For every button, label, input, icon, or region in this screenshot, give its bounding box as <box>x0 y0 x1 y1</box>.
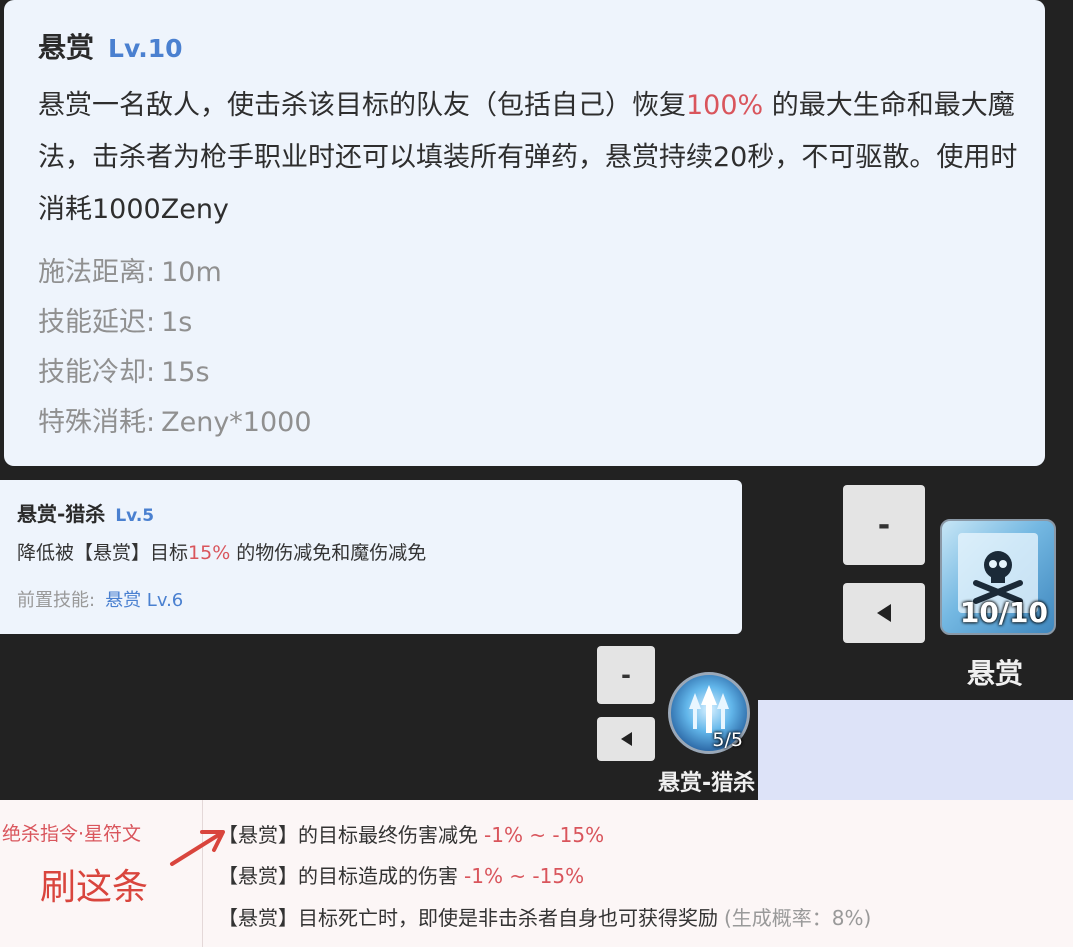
stat-value: 15s <box>161 357 210 388</box>
stat-special-cost: 特殊消耗: Zeny*1000 <box>38 400 312 439</box>
rune-panel: 绝杀指令·星符文 刷这条 【悬赏】的目标最终伤害减免 -1% ~ -15% 【悬赏… <box>0 800 1073 947</box>
stat-value: Zeny*1000 <box>161 407 312 438</box>
stat-cast-range: 施法距离: 10m <box>38 250 222 289</box>
stat-label: 技能延迟: <box>38 307 156 338</box>
rune-line: 【悬赏】的目标造成的伤害 -1% ~ -15% <box>218 860 584 889</box>
rune-line: 【悬赏】的目标最终伤害减免 -1% ~ -15% <box>218 819 604 848</box>
rune-name: 绝杀指令·星符文 <box>2 823 142 845</box>
rune-line-text: 【悬赏】的目标造成的伤害 <box>218 864 458 888</box>
skill-level: Lv.5 <box>115 506 155 526</box>
skill-name: 悬赏 <box>38 31 95 64</box>
stat-label: 施法距离: <box>38 257 156 288</box>
skill-level: Lv.10 <box>108 34 183 63</box>
rune-line: 【悬赏】目标死亡时，即使是非击杀者自身也可获得奖励 (生成概率：8%) <box>218 902 871 931</box>
skill-tooltip-hunt: 悬赏-猎杀 Lv.5 降低被【悬赏】目标15% 的物伤减免和魔伤减免 前置技能: 悬… <box>0 480 742 634</box>
prereq-label: 前置技能: <box>17 590 96 611</box>
tooltip-title: 悬赏-猎杀 Lv.5 <box>17 498 154 527</box>
rune-line-text: 【悬赏】的目标最终伤害减免 <box>218 823 478 847</box>
rune-line-range: -1% ~ -15% <box>464 864 585 888</box>
left-triangle-icon <box>877 604 891 622</box>
skill-description: 降低被【悬赏】目标15% 的物伤减免和魔伤减免 <box>17 538 426 565</box>
skill-label-hunt: 悬赏-猎杀 <box>658 771 756 796</box>
left-triangle-icon <box>620 732 632 746</box>
rune-line-text: 【悬赏】目标死亡时，即使是非击杀者自身也可获得奖励 <box>218 906 718 930</box>
bounty-reset-button[interactable] <box>843 583 925 643</box>
skill-point-count: 5/5 <box>712 729 743 751</box>
skill-description: 悬赏一名敌人，使击杀该目标的队友（包括自己）恢复100% 的最大生命和最大魔法，… <box>38 80 1023 236</box>
hunt-reset-button[interactable] <box>597 717 655 761</box>
prereq-skill-link[interactable]: 悬赏 Lv.6 <box>105 590 183 611</box>
stat-skill-delay: 技能延迟: 1s <box>38 300 192 339</box>
skull-scroll-icon[interactable]: 10/10 <box>940 519 1056 635</box>
arrows-burst-icon[interactable]: 5/5 <box>668 672 750 754</box>
stat-value: 1s <box>161 307 193 338</box>
skill-label-bounty: 悬赏 <box>967 657 1024 690</box>
background-panel <box>758 700 1073 800</box>
desc-text-rest: 的物伤减免和魔伤减免 <box>236 542 427 564</box>
stat-label: 技能冷却: <box>38 357 156 388</box>
annotation-text: 刷这条 <box>40 867 149 908</box>
bounty-decrease-button[interactable]: - <box>843 485 925 565</box>
desc-highlight: 100% <box>686 90 764 121</box>
skill-name: 悬赏-猎杀 <box>17 502 106 526</box>
rune-line-range: -1% ~ -15% <box>484 823 605 847</box>
skill-point-count: 10/10 <box>959 596 1048 629</box>
tooltip-title: 悬赏 Lv.10 <box>38 26 183 66</box>
stat-label: 特殊消耗: <box>38 407 156 438</box>
annotation-arrow-icon <box>170 830 225 866</box>
minus-label: - <box>621 661 631 689</box>
stat-value: 10m <box>161 257 222 288</box>
skill-tooltip-bounty: 悬赏 Lv.10 悬赏一名敌人，使击杀该目标的队友（包括自己）恢复100% 的最大… <box>4 0 1045 466</box>
desc-highlight: 15% <box>188 542 231 564</box>
hunt-decrease-button[interactable]: - <box>597 646 655 704</box>
desc-text: 悬赏一名敌人，使击杀该目标的队友（包括自己）恢复 <box>38 90 686 121</box>
prerequisite: 前置技能: 悬赏 Lv.6 <box>17 586 183 612</box>
desc-text: 降低被【悬赏】目标 <box>17 542 189 564</box>
minus-label: - <box>877 507 891 543</box>
stat-cooldown: 技能冷却: 15s <box>38 350 210 389</box>
rune-line-note: (生成概率：8%) <box>724 906 872 930</box>
